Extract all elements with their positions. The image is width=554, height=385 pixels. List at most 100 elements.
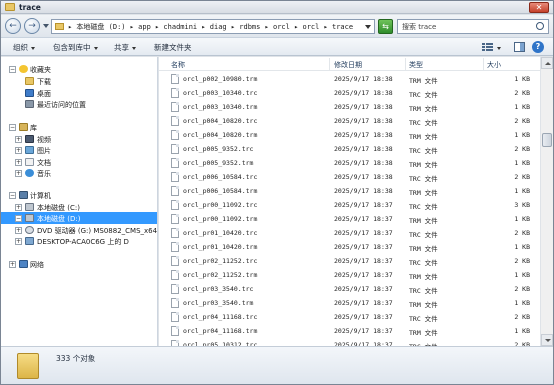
tree-item-music[interactable]: + 音乐 [1, 167, 157, 179]
file-row[interactable]: orcl_pr03_3540.trm 2025/9/17 18:37 TRM 文件 1… [159, 296, 540, 310]
vertical-scrollbar[interactable] [540, 57, 553, 346]
file-row[interactable]: orcl_p002_10980.trm 2025/9/17 18:38 TRM 文件… [159, 72, 540, 86]
column-name[interactable]: 名称 [171, 60, 185, 70]
view-options-icon[interactable] [482, 42, 493, 52]
search-placeholder: 搜索 trace [402, 23, 437, 31]
file-row[interactable]: orcl_pr04_11168.trc 2025/9/17 18:37 TRC 文件… [159, 310, 540, 324]
organize-button[interactable]: 组织 [13, 42, 35, 53]
include-in-library-button[interactable]: 包含到库中 [53, 42, 98, 53]
close-button[interactable]: ✕ [529, 2, 549, 13]
expand-icon[interactable]: + [15, 238, 22, 245]
file-row[interactable]: orcl_p005_9352.trc 2025/9/17 18:38 TRC 文件 2… [159, 142, 540, 156]
column-header: 名称 修改日期 类型 大小 [159, 57, 540, 71]
search-icon[interactable] [536, 22, 544, 30]
file-row[interactable]: orcl_pr04_11168.trm 2025/9/17 18:37 TRM 文件… [159, 324, 540, 338]
file-row[interactable]: orcl_pr05_10312.trc2025/9/17 18:37TRC 文件… [159, 338, 540, 346]
chevron-down-icon[interactable] [365, 25, 371, 29]
file-size: 2 KB [514, 145, 530, 153]
share-button[interactable]: 共享 [114, 42, 136, 53]
file-row[interactable]: orcl_p004_10820.trm 2025/9/17 18:38 TRM 文件… [159, 128, 540, 142]
back-button[interactable]: ← [5, 18, 21, 34]
file-row[interactable]: orcl_p004_10820.trc 2025/9/17 18:38 TRC 文件… [159, 114, 540, 128]
tree-network[interactable]: + 网络 [1, 258, 157, 270]
file-row[interactable]: orcl_p005_9352.trm 2025/9/17 18:38 TRM 文件 1… [159, 156, 540, 170]
address-input[interactable]: ▸ 本地磁盘 (D:) ▸ app ▸ chadmini ▸ diag ▸ rd… [51, 19, 375, 34]
help-icon[interactable]: ? [532, 41, 544, 53]
file-row[interactable]: orcl_pr01_10420.trc 2025/9/17 18:37 TRC 文件… [159, 226, 540, 240]
tree-favorites[interactable]: − 收藏夹 [1, 63, 157, 75]
file-row[interactable]: orcl_p006_10584.trm 2025/9/17 18:38 TRM 文件… [159, 184, 540, 198]
file-name: orcl_pr04_11168.trm [183, 327, 258, 335]
file-size: 2 KB [514, 229, 530, 237]
collapse-icon[interactable]: − [9, 124, 16, 131]
file-date: 2025/9/17 18:37 [334, 271, 393, 279]
file-name: orcl_pr00_11092.trm [183, 215, 258, 223]
tree-item-recent-places[interactable]: 最近访问的位置 [1, 98, 157, 110]
file-row[interactable]: orcl_pr00_11092.trc 2025/9/17 18:37 TRC 文件… [159, 198, 540, 212]
file-icon [171, 186, 179, 196]
tree-libraries[interactable]: − 库 [1, 121, 157, 133]
scroll-down-button[interactable] [541, 334, 553, 346]
file-size: 2 KB [514, 173, 530, 181]
file-icon [171, 88, 179, 98]
file-size: 1 KB [514, 159, 530, 167]
column-size[interactable]: 大小 [487, 60, 501, 70]
collapse-icon[interactable]: − [9, 66, 16, 73]
file-name: orcl_p006_10584.trc [183, 173, 258, 181]
file-row[interactable]: orcl_p006_10584.trc 2025/9/17 18:38 TRC 文件… [159, 170, 540, 184]
file-row[interactable]: orcl_pr00_11092.trm 2025/9/17 18:37 TRM 文件… [159, 212, 540, 226]
file-name: orcl_p003_10340.trc [183, 89, 258, 97]
forward-button[interactable]: → [24, 18, 40, 34]
column-date[interactable]: 修改日期 [334, 60, 362, 70]
scroll-thumb[interactable] [542, 133, 552, 147]
column-type[interactable]: 类型 [409, 60, 423, 70]
network-icon [19, 260, 28, 268]
file-icon [171, 242, 179, 252]
file-date: 2025/9/17 18:37 [334, 257, 393, 265]
breadcrumb[interactable]: ▸ 本地磁盘 (D:) ▸ app ▸ chadmini ▸ diag ▸ rd… [68, 22, 353, 32]
file-row[interactable]: orcl_pr03_3540.trc 2025/9/17 18:37 TRC 文件 2… [159, 282, 540, 296]
tree-item-downloads[interactable]: 下载 [1, 75, 157, 87]
file-type: TRM 文件 [409, 329, 438, 337]
file-icon [171, 158, 179, 168]
file-icon [171, 74, 179, 84]
expand-icon[interactable]: + [15, 136, 22, 143]
view-dropdown-icon[interactable] [497, 47, 501, 50]
file-type: TRM 文件 [409, 161, 438, 169]
file-row[interactable]: orcl_p003_10340.trm 2025/9/17 18:38 TRM 文件… [159, 100, 540, 114]
expand-icon[interactable]: + [15, 159, 22, 166]
file-type: TRM 文件 [409, 273, 438, 281]
search-input[interactable]: 搜索 trace [397, 19, 549, 34]
new-folder-button[interactable]: 新建文件夹 [154, 42, 192, 53]
preview-pane-icon[interactable] [514, 42, 525, 52]
file-size: 2 KB [514, 257, 530, 265]
tree-item-network-drive[interactable]: + DESKTOP-ACA0C6G 上的 D [1, 235, 157, 247]
file-row[interactable]: orcl_pr02_11252.trm 2025/9/17 18:37 TRM 文件… [159, 268, 540, 282]
refresh-button[interactable]: ⇆ [378, 19, 393, 34]
file-name: orcl_pr00_11092.trc [183, 201, 258, 209]
recent-pages-dropdown-icon[interactable] [43, 24, 49, 28]
file-date: 2025/9/17 18:37 [334, 285, 393, 293]
expand-icon[interactable]: + [15, 227, 22, 234]
title-bar[interactable]: trace ✕ [1, 1, 553, 14]
tree-item-pictures[interactable]: + 图片 [1, 144, 157, 156]
file-type: TRM 文件 [409, 301, 438, 309]
collapse-icon[interactable]: − [15, 215, 22, 222]
file-name: orcl_pr02_11252.trc [183, 257, 258, 265]
expand-icon[interactable]: + [15, 147, 22, 154]
scroll-up-button[interactable] [541, 57, 553, 69]
expand-icon[interactable]: + [9, 261, 16, 268]
tree-computer[interactable]: − 计算机 [1, 189, 157, 201]
file-row[interactable]: orcl_pr02_11252.trc 2025/9/17 18:37 TRC 文件… [159, 254, 540, 268]
expand-icon[interactable]: + [15, 170, 22, 177]
address-bar-area: ← → ▸ 本地磁盘 (D:) ▸ app ▸ chadmini ▸ diag … [1, 15, 553, 37]
folder-icon [17, 353, 39, 379]
collapse-icon[interactable]: − [9, 192, 16, 199]
expand-icon[interactable]: + [15, 204, 22, 211]
tree-item-drive-d[interactable]: − 本地磁盘 (D:) [1, 212, 157, 224]
file-name: orcl_pr02_11252.trm [183, 271, 258, 279]
file-row[interactable]: orcl_pr01_10420.trm 2025/9/17 18:37 TRM 文件… [159, 240, 540, 254]
pictures-icon [25, 146, 34, 154]
file-size: 1 KB [514, 131, 530, 139]
file-row[interactable]: orcl_p003_10340.trc 2025/9/17 18:38 TRC 文件… [159, 86, 540, 100]
